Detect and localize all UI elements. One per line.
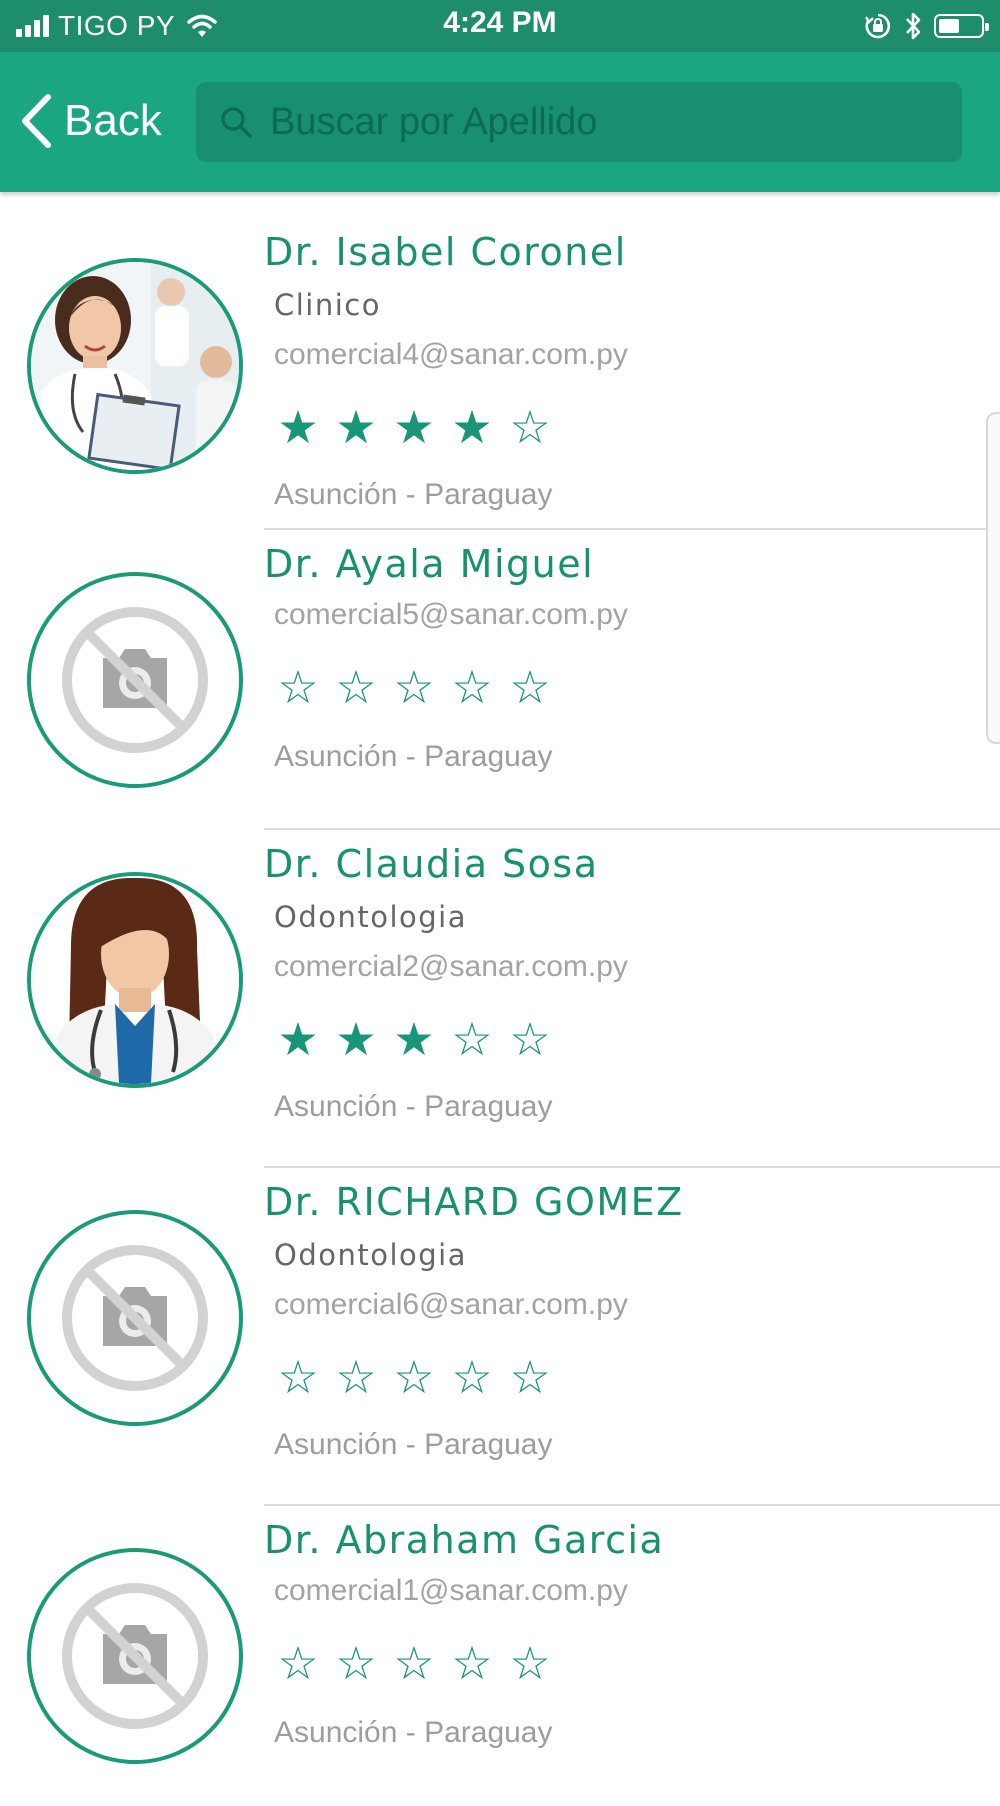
star-empty-icon: ☆ (277, 660, 319, 714)
star-empty-icon: ☆ (509, 1012, 551, 1066)
doctor-name: Dr. Isabel Coronel (264, 230, 627, 274)
star-empty-icon: ☆ (335, 660, 377, 714)
back-label: Back (64, 96, 162, 145)
list-item[interactable]: Dr. Ayala Miguel comercial5@sanar.com.py… (0, 530, 1000, 830)
star-empty-icon: ☆ (509, 400, 551, 454)
rating-stars: ☆ ☆ ☆ ☆ ☆ (273, 1354, 555, 1400)
star-empty-icon: ☆ (451, 1636, 493, 1690)
bluetooth-icon (906, 12, 921, 40)
star-filled-icon: ★ (451, 400, 493, 454)
list-item[interactable]: Dr. RICHARD GOMEZ Odontologia comercial6… (0, 1168, 1000, 1506)
star-empty-icon: ☆ (451, 660, 493, 714)
no-photo-icon (27, 1548, 243, 1764)
star-filled-icon: ★ (277, 400, 319, 454)
rating-stars: ☆ ☆ ☆ ☆ ☆ (273, 1640, 555, 1686)
doctor-email: comercial2@sanar.com.py (274, 950, 628, 983)
rating-stars: ☆ ☆ ☆ ☆ ☆ (273, 664, 555, 710)
orientation-lock-icon (864, 13, 891, 39)
doctor-name: Dr. RICHARD GOMEZ (264, 1180, 684, 1224)
doctor-photo (27, 258, 243, 474)
doctor-email: comercial5@sanar.com.py (274, 598, 628, 631)
star-filled-icon: ★ (335, 1012, 377, 1066)
star-filled-icon: ★ (393, 400, 435, 454)
doctor-location: Asunción - Paraguay (274, 1428, 553, 1461)
star-empty-icon: ☆ (509, 1350, 551, 1404)
doctor-specialty: Clinico (274, 288, 381, 322)
rating-stars: ★ ★ ★ ☆ ☆ (273, 1016, 555, 1062)
star-empty-icon: ☆ (451, 1012, 493, 1066)
list-item[interactable]: Dr. Claudia Sosa Odontologia comercial2@… (0, 830, 1000, 1168)
doctor-name: Dr. Abraham Garcia (264, 1518, 665, 1562)
status-time: 4:24 PM (443, 6, 557, 39)
status-right (864, 8, 989, 44)
star-empty-icon: ☆ (393, 1350, 435, 1404)
no-photo-icon (27, 1210, 243, 1426)
star-empty-icon: ☆ (509, 660, 551, 714)
star-filled-icon: ★ (393, 1012, 435, 1066)
doctor-email: comercial6@sanar.com.py (274, 1288, 628, 1321)
star-empty-icon: ☆ (277, 1350, 319, 1404)
back-button[interactable]: Back (18, 88, 162, 154)
chevron-left-icon (22, 94, 51, 148)
star-filled-icon: ★ (277, 1012, 319, 1066)
doctor-email: comercial1@sanar.com.py (274, 1574, 628, 1607)
doctor-location: Asunción - Paraguay (274, 478, 553, 511)
star-empty-icon: ☆ (335, 1350, 377, 1404)
list-item[interactable]: Dr. Isabel Coronel Clinico comercial4@sa… (0, 192, 1000, 530)
star-empty-icon: ☆ (335, 1636, 377, 1690)
star-empty-icon: ☆ (393, 660, 435, 714)
star-empty-icon: ☆ (509, 1636, 551, 1690)
battery-icon (934, 14, 989, 38)
doctor-list: Dr. Isabel Coronel Clinico comercial4@sa… (0, 192, 1000, 1806)
star-empty-icon: ☆ (277, 1636, 319, 1690)
doctor-illustration (27, 872, 243, 1088)
doctor-location: Asunción - Paraguay (274, 1716, 553, 1749)
star-filled-icon: ★ (335, 400, 377, 454)
nav-bar: Back (0, 52, 1000, 192)
doctor-specialty: Odontologia (274, 900, 468, 934)
doctor-email: comercial4@sanar.com.py (274, 338, 628, 371)
star-empty-icon: ☆ (451, 1350, 493, 1404)
doctor-specialty: Odontologia (274, 1238, 468, 1272)
search-icon (218, 104, 254, 140)
list-item[interactable]: Dr. Abraham Garcia comercial1@sanar.com.… (0, 1506, 1000, 1806)
search-bar[interactable] (196, 82, 962, 162)
doctor-name: Dr. Ayala Miguel (264, 542, 595, 586)
search-input[interactable] (268, 91, 942, 153)
no-photo-icon (27, 572, 243, 788)
star-empty-icon: ☆ (393, 1636, 435, 1690)
scroll-handle[interactable] (986, 412, 1000, 744)
status-bar: TIGO PY 4:24 PM (0, 0, 1000, 52)
doctor-location: Asunción - Paraguay (274, 740, 553, 773)
rating-stars: ★ ★ ★ ★ ☆ (273, 404, 555, 450)
doctor-name: Dr. Claudia Sosa (264, 842, 599, 886)
doctor-location: Asunción - Paraguay (274, 1090, 553, 1123)
